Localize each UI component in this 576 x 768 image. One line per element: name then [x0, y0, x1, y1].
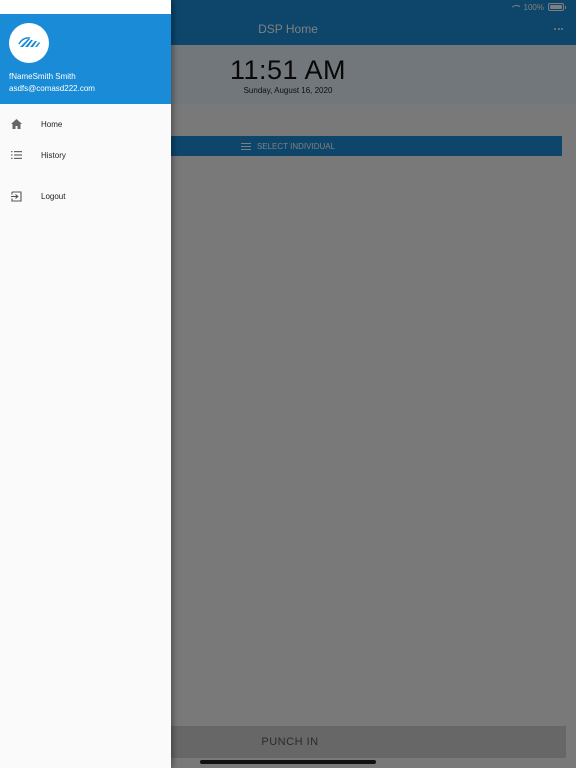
home-icon — [10, 118, 22, 130]
drawer-status-area — [0, 0, 171, 14]
app-logo-icon — [18, 37, 40, 47]
user-name: fNameSmith Smith — [9, 72, 76, 81]
home-indicator — [200, 760, 376, 764]
list-icon — [10, 149, 22, 161]
avatar — [9, 23, 49, 63]
nav-item-home[interactable]: Home — [0, 113, 171, 135]
nav-item-history[interactable]: History — [0, 144, 171, 166]
nav-item-history-label: History — [41, 150, 66, 160]
nav-item-logout-label: Logout — [41, 191, 66, 201]
logout-icon — [10, 190, 22, 202]
user-email: asdfs@comasd222.com — [9, 84, 95, 93]
nav-item-home-label: Home — [41, 119, 63, 129]
navigation-drawer: fNameSmith Smith asdfs@comasd222.com Hom… — [0, 0, 171, 768]
drawer-header: fNameSmith Smith asdfs@comasd222.com — [0, 14, 171, 104]
nav-item-logout[interactable]: Logout — [0, 185, 171, 207]
